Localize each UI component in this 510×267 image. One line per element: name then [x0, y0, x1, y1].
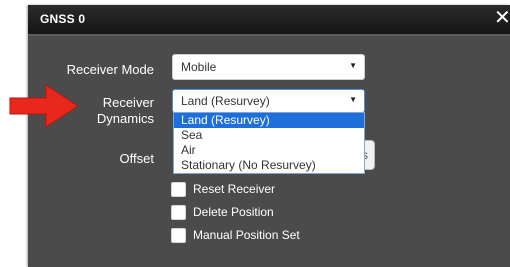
page: GNSS 0 ✕ Receiver Mode Mobile ▼ Receiver…	[0, 0, 510, 267]
dropdown-option-air[interactable]: Air	[174, 143, 364, 158]
delete-position-label: Delete Position	[193, 205, 274, 219]
gnss-dialog: GNSS 0 ✕ Receiver Mode Mobile ▼ Receiver…	[28, 5, 510, 267]
dialog-title: GNSS 0	[40, 12, 86, 26]
dialog-titlebar: GNSS 0 ✕	[28, 5, 510, 35]
receiver-dynamics-value: Land (Resurvey)	[181, 94, 270, 108]
dropdown-option-sea[interactable]: Sea	[174, 128, 364, 143]
red-arrow-icon	[9, 84, 79, 128]
delete-position-checkbox[interactable]	[171, 205, 186, 220]
receiver-dynamics-select[interactable]: Land (Resurvey) ▼	[172, 89, 365, 113]
manual-position-set-checkbox[interactable]	[171, 228, 186, 243]
reset-receiver-checkbox[interactable]	[171, 182, 186, 197]
dropdown-option-land-resurvey[interactable]: Land (Resurvey)	[174, 113, 364, 128]
reset-receiver-label: Reset Receiver	[193, 182, 276, 196]
close-icon[interactable]: ✕	[494, 6, 510, 30]
dropdown-option-stationary[interactable]: Stationary (No Resurvey)	[174, 158, 364, 173]
offset-label: Offset	[119, 151, 154, 166]
manual-position-set-label: Manual Position Set	[193, 228, 300, 242]
receiver-mode-value: Mobile	[181, 60, 217, 74]
chevron-down-icon: ▼	[349, 61, 357, 70]
receiver-mode-label: Receiver Mode	[66, 62, 154, 77]
receiver-mode-select[interactable]: Mobile ▼	[172, 54, 365, 80]
receiver-dynamics-dropdown: Land (Resurvey) Sea Air Stationary (No R…	[173, 112, 365, 174]
chevron-down-icon: ▼	[349, 95, 357, 104]
